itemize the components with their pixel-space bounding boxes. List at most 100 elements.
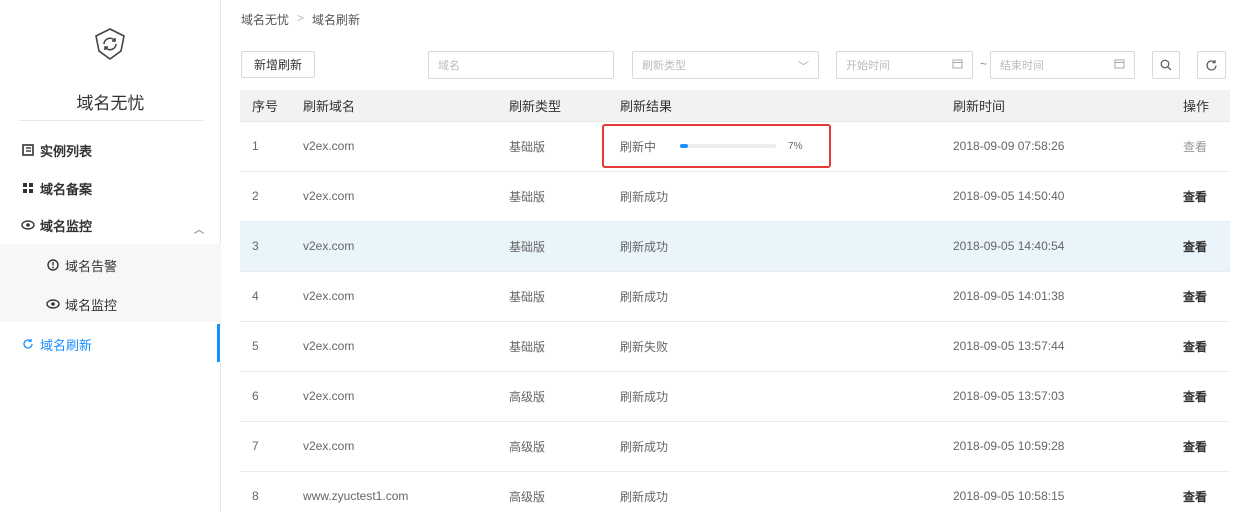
progress-callout bbox=[602, 124, 831, 168]
cell-domain: v2ex.com bbox=[291, 321, 497, 372]
col-header-time: 刷新时间 bbox=[941, 90, 1171, 122]
cell-time: 2018-09-05 10:58:15 bbox=[941, 471, 1171, 512]
col-header-action: 操作 bbox=[1171, 90, 1230, 122]
cell-type: 高级版 bbox=[497, 421, 608, 472]
end-time-input[interactable]: 结束时间 bbox=[990, 51, 1135, 79]
refresh-icon bbox=[21, 337, 35, 351]
cell-domain: v2ex.com bbox=[291, 371, 497, 422]
cell-time: 2018-09-05 10:59:28 bbox=[941, 421, 1171, 472]
sidebar-item-monitor[interactable]: 域名监控 bbox=[0, 286, 221, 322]
view-link[interactable]: 查看 bbox=[1171, 271, 1230, 322]
sidebar-item-label: 域名刷新 bbox=[40, 337, 93, 353]
cell-result: 刷新成功 bbox=[608, 471, 941, 512]
cell-index: 2 bbox=[240, 171, 291, 222]
cell-index: 8 bbox=[240, 471, 291, 512]
cell-time: 2018-09-05 13:57:44 bbox=[941, 321, 1171, 372]
view-link[interactable]: 查看 bbox=[1171, 321, 1230, 372]
cell-time: 2018-09-05 14:01:38 bbox=[941, 271, 1171, 322]
cell-index: 7 bbox=[240, 421, 291, 472]
cell-domain: v2ex.com bbox=[291, 121, 497, 172]
sidebar-item-record[interactable]: 域名备案 bbox=[0, 170, 221, 206]
view-link[interactable]: 查看 bbox=[1171, 421, 1230, 472]
view-link[interactable]: 查看 bbox=[1171, 371, 1230, 422]
cell-type: 基础版 bbox=[497, 221, 608, 272]
sidebar-item-instances[interactable]: 实例列表 bbox=[0, 132, 221, 168]
cell-result: 刷新成功 bbox=[608, 371, 941, 422]
table-row: 3 v2ex.com 基础版 刷新成功 2018-09-05 14:40:54 … bbox=[240, 221, 1230, 272]
cell-type: 基础版 bbox=[497, 271, 608, 322]
refresh-type-select[interactable]: 刷新类型 ﹀ bbox=[632, 51, 819, 79]
cell-domain: v2ex.com bbox=[291, 171, 497, 222]
end-time-placeholder: 结束时间 bbox=[1000, 60, 1044, 72]
breadcrumb: 域名无忧 > 域名刷新 bbox=[241, 11, 360, 28]
cell-type: 高级版 bbox=[497, 471, 608, 512]
range-separator: ~ bbox=[980, 57, 988, 71]
sidebar-item-alert[interactable]: 域名告警 bbox=[0, 247, 221, 283]
cell-domain: v2ex.com bbox=[291, 421, 497, 472]
eye-icon bbox=[21, 218, 35, 232]
search-button[interactable] bbox=[1152, 51, 1180, 79]
table-row: 2 v2ex.com 基础版 刷新成功 2018-09-05 14:50:40 … bbox=[240, 171, 1230, 222]
cell-result: 刷新成功 bbox=[608, 171, 941, 222]
brand-divider bbox=[19, 120, 203, 121]
sidebar-item-label: 域名备案 bbox=[40, 181, 93, 197]
col-header-index: 序号 bbox=[240, 90, 291, 122]
table-row: 8 www.zyuctest1.com 高级版 刷新成功 2018-09-05 … bbox=[240, 471, 1230, 512]
table-row: 6 v2ex.com 高级版 刷新成功 2018-09-05 13:57:03 … bbox=[240, 371, 1230, 422]
start-time-placeholder: 开始时间 bbox=[846, 60, 890, 72]
view-link[interactable]: 查看 bbox=[1171, 221, 1230, 272]
active-indicator bbox=[217, 324, 220, 362]
view-link[interactable]: 查看 bbox=[1171, 121, 1230, 172]
cell-domain: www.zyuctest1.com bbox=[291, 471, 497, 512]
chevron-down-icon: ﹀ bbox=[798, 61, 809, 73]
breadcrumb-root[interactable]: 域名无忧 bbox=[241, 11, 289, 28]
table-row: 7 v2ex.com 高级版 刷新成功 2018-09-05 10:59:28 … bbox=[240, 421, 1230, 472]
cell-result: 刷新成功 bbox=[608, 271, 941, 322]
sidebar-item-refresh[interactable]: 域名刷新 bbox=[0, 326, 221, 362]
cell-result: 刷新成功 bbox=[608, 421, 941, 472]
table-row: 4 v2ex.com 基础版 刷新成功 2018-09-05 14:01:38 … bbox=[240, 271, 1230, 322]
alert-icon bbox=[46, 258, 60, 272]
cell-index: 1 bbox=[240, 121, 291, 172]
cell-time: 2018-09-05 14:40:54 bbox=[941, 221, 1171, 272]
cell-type: 基础版 bbox=[497, 171, 608, 222]
start-time-input[interactable]: 开始时间 bbox=[836, 51, 973, 79]
refresh-type-placeholder: 刷新类型 bbox=[642, 60, 686, 72]
record-icon bbox=[21, 181, 35, 195]
reload-button[interactable] bbox=[1197, 51, 1226, 79]
col-header-result: 刷新结果 bbox=[608, 90, 941, 122]
view-link[interactable]: 查看 bbox=[1171, 471, 1230, 512]
cell-index: 5 bbox=[240, 321, 291, 372]
eye-icon bbox=[46, 297, 60, 311]
breadcrumb-separator: > bbox=[297, 11, 305, 25]
sidebar-item-label: 域名监控 bbox=[65, 297, 118, 313]
cell-domain: v2ex.com bbox=[291, 221, 497, 272]
cell-time: 2018-09-05 14:50:40 bbox=[941, 171, 1171, 222]
calendar-icon bbox=[952, 58, 963, 72]
col-header-domain: 刷新域名 bbox=[291, 90, 497, 122]
cell-result: 刷新失败 bbox=[608, 321, 941, 372]
view-link[interactable]: 查看 bbox=[1171, 171, 1230, 222]
search-icon bbox=[1160, 59, 1172, 71]
sidebar-item-label: 域名监控 bbox=[40, 218, 93, 234]
cell-type: 基础版 bbox=[497, 321, 608, 372]
chevron-up-icon: ︿ bbox=[194, 225, 204, 236]
sidebar-item-monitor-group[interactable]: 域名监控 ︿ bbox=[0, 207, 221, 243]
list-icon bbox=[21, 143, 35, 157]
cell-type: 基础版 bbox=[497, 121, 608, 172]
col-header-type: 刷新类型 bbox=[497, 90, 608, 122]
refresh-icon bbox=[1206, 59, 1217, 71]
add-refresh-button[interactable]: 新增刷新 bbox=[241, 51, 315, 78]
cell-time: 2018-09-05 13:57:03 bbox=[941, 371, 1171, 422]
cell-domain: v2ex.com bbox=[291, 271, 497, 322]
cell-result: 刷新成功 bbox=[608, 221, 941, 272]
sidebar-item-label: 实例列表 bbox=[40, 143, 93, 159]
breadcrumb-current: 域名刷新 bbox=[312, 13, 361, 27]
cell-index: 6 bbox=[240, 371, 291, 422]
cell-time: 2018-09-09 07:58:26 bbox=[941, 121, 1171, 172]
toolbar: 新增刷新 域名 刷新类型 ﹀ 开始时间 ~ 结束时间 bbox=[0, 51, 1246, 79]
calendar-icon bbox=[1114, 58, 1125, 72]
domain-input[interactable]: 域名 bbox=[428, 51, 614, 79]
cell-type: 高级版 bbox=[497, 371, 608, 422]
table-header-row: 序号 刷新域名 刷新类型 刷新结果 刷新时间 操作 bbox=[240, 90, 1230, 122]
